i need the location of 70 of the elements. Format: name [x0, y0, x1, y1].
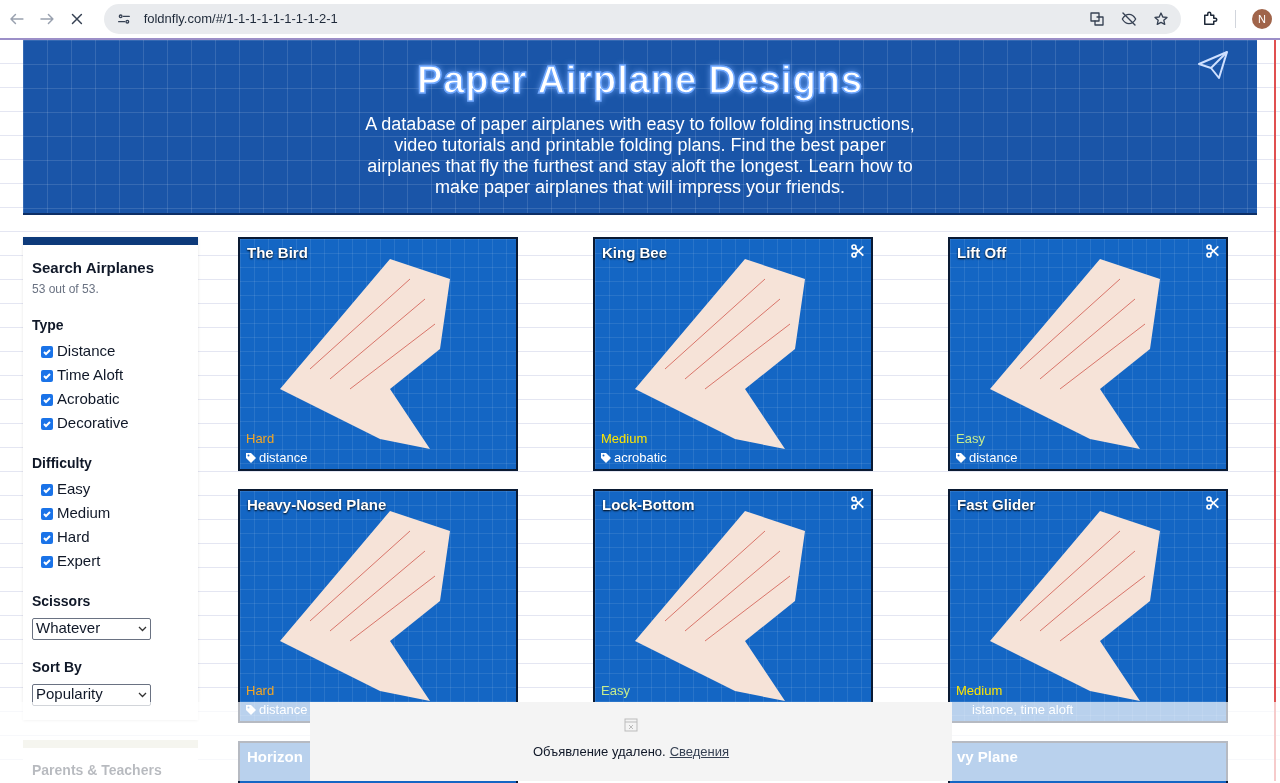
checkbox[interactable]: [41, 555, 53, 568]
difficulty-label: Hard: [246, 430, 276, 448]
puzzle-icon[interactable]: [1201, 10, 1219, 28]
checkmark-icon: [42, 370, 52, 381]
site-description: A database of paper airplanes with easy to follow folding instructions, video tutorials and printable folding plans. Find the best paper airplanes that fly the furthest and stay aloft the longest. Learn how to make paper airplanes that will impress your friends.: [364, 114, 916, 198]
difficulty-label: Medium: [601, 430, 649, 448]
checkmark-icon: [42, 508, 52, 519]
difficulty-label: Hard: [246, 682, 276, 700]
chevron-down-icon: [138, 691, 147, 698]
select-heading: Sort By: [32, 657, 83, 677]
card-title: Lock-Bottom: [602, 495, 695, 515]
paper-plane-icon: [1197, 50, 1229, 80]
airplane-card[interactable]: The Bird Hard distance: [238, 237, 518, 471]
eye-off-icon[interactable]: [1121, 11, 1137, 27]
ad-notice-text: Объявление удалено.: [532, 743, 666, 761]
checkbox-label[interactable]: Hard: [57, 526, 90, 549]
panel-title: Parents & Teachers: [32, 761, 163, 780]
checkbox-label[interactable]: Decorative: [57, 412, 129, 435]
checkbox-label[interactable]: Easy: [57, 478, 91, 501]
star-icon[interactable]: [1153, 11, 1169, 27]
card-title: vy Plane: [957, 747, 1019, 767]
checkmark-icon: [42, 394, 52, 405]
checkbox[interactable]: [41, 417, 53, 430]
profile-avatar[interactable]: N: [1252, 9, 1272, 29]
checkmark-icon: [42, 556, 52, 567]
details-link[interactable]: Сведения: [669, 742, 730, 762]
site-settings-icon[interactable]: [115, 11, 132, 27]
checkmark-icon: [42, 418, 52, 429]
checkmark-icon: [42, 346, 52, 357]
tag-label: acrobatic: [614, 449, 667, 468]
checkbox[interactable]: [41, 345, 53, 358]
card-title: Lift Off: [957, 243, 1007, 263]
checkmark-icon: [42, 484, 52, 495]
card-title: Heavy-Nosed Plane: [247, 495, 387, 515]
address-bar[interactable]: foldnfly.com/#/1-1-1-1-1-1-1-1-2-1: [103, 4, 1181, 34]
card-title: King Bee: [602, 243, 667, 263]
difficulty-label: Easy: [601, 682, 631, 700]
checkbox[interactable]: [41, 369, 53, 382]
card-title: The Bird: [247, 243, 308, 263]
checkbox-label[interactable]: Time Aloft: [57, 364, 124, 387]
checkbox-label[interactable]: Medium: [57, 502, 111, 525]
checkbox[interactable]: [41, 393, 53, 406]
airplane-card[interactable]: King Bee Medium acrobatic: [593, 237, 873, 471]
checkbox[interactable]: [41, 507, 53, 520]
chevron-down-icon: [138, 625, 147, 632]
url-text: foldnfly.com/#/1-1-1-1-1-1-1-1-2-1: [143, 10, 339, 29]
card-title: Fast Glider: [957, 495, 1036, 515]
select-heading: Scissors: [32, 591, 92, 611]
tag-label: distance: [259, 701, 308, 720]
checkbox[interactable]: [41, 531, 53, 544]
checkbox-label[interactable]: Distance: [57, 340, 116, 363]
sidebar-title: Search Airplanes: [32, 258, 155, 278]
tag-label: istance, time aloft: [972, 701, 1074, 720]
dropdown-select[interactable]: Whatever: [32, 617, 151, 640]
filter-heading: Difficulty: [32, 453, 93, 473]
site-title: Paper Airplane Designs: [416, 58, 864, 103]
checkbox-label[interactable]: Acrobatic: [57, 388, 120, 411]
tag-label: distance: [969, 449, 1018, 468]
difficulty-label: Medium: [956, 682, 1004, 700]
filter-heading: Type: [32, 315, 65, 335]
checkbox-label[interactable]: Expert: [57, 550, 101, 573]
card-title: Horizon: [247, 747, 304, 767]
results-count: 53 out of 53.: [32, 280, 100, 298]
translate-icon[interactable]: [1089, 11, 1105, 27]
checkbox[interactable]: [41, 483, 53, 496]
tag-label: distance: [259, 449, 308, 468]
airplane-card[interactable]: Lift Off Easy distance: [948, 237, 1228, 471]
checkmark-icon: [42, 532, 52, 543]
difficulty-label: Easy: [956, 430, 986, 448]
closed-box-icon: [624, 718, 638, 732]
